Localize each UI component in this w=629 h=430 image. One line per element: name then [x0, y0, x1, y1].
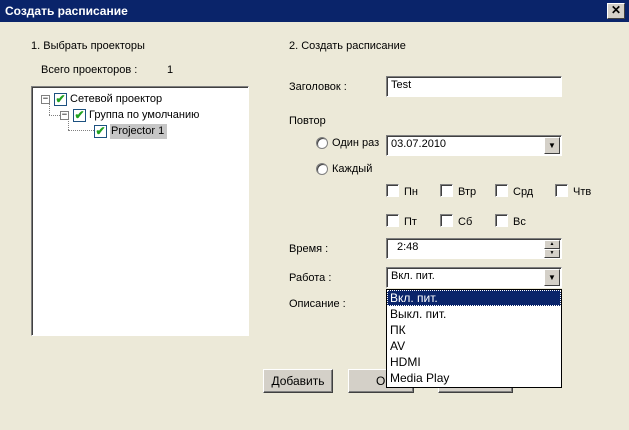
- work-select-value: Вкл. пит.: [391, 270, 435, 282]
- day-label-mon: Пн: [404, 186, 418, 198]
- projector-tree[interactable]: − ✔ Сетевой проектор − ✔ Группа по умолч…: [31, 86, 249, 336]
- day-label-thu: Чтв: [573, 186, 592, 198]
- day-label-sun: Вс: [513, 216, 526, 228]
- work-select[interactable]: Вкл. пит. ▼: [386, 267, 562, 288]
- day-label-wed: Срд: [513, 186, 534, 198]
- collapse-icon[interactable]: −: [60, 110, 69, 120]
- day-checkbox-sun[interactable]: [495, 214, 508, 227]
- day-checkbox-wed[interactable]: [495, 184, 508, 197]
- dropdown-option-hdmi[interactable]: HDMI: [387, 354, 561, 370]
- day-checkbox-thu[interactable]: [555, 184, 568, 197]
- checkmark-icon: ✔: [74, 107, 85, 122]
- once-date-picker[interactable]: 03.07.2010 ▼: [386, 135, 562, 156]
- day-checkbox-mon[interactable]: [386, 184, 399, 197]
- title-bar: Создать расписание ✕: [0, 0, 629, 22]
- select-projectors-heading: 1. Выбрать проекторы: [31, 40, 145, 52]
- tree-node-projector-1[interactable]: ✔ Projector 1: [94, 123, 168, 139]
- day-label-sat: Сб: [458, 216, 473, 228]
- dropdown-option-pc[interactable]: ПК: [387, 322, 561, 338]
- tree-checkbox-group[interactable]: ✔: [73, 107, 86, 122]
- tree-checkbox-projector[interactable]: ✔: [94, 123, 107, 138]
- every-radio[interactable]: [316, 163, 328, 175]
- tree-node-default-group[interactable]: − ✔ Группа по умолчанию: [60, 107, 199, 123]
- repeat-label: Повтор: [289, 115, 326, 127]
- collapse-icon[interactable]: −: [41, 94, 50, 104]
- tree-checkbox-network[interactable]: ✔: [54, 91, 67, 106]
- dropdown-option-power-on[interactable]: Вкл. пит.: [387, 290, 561, 306]
- close-button[interactable]: ✕: [607, 3, 625, 19]
- chevron-down-icon[interactable]: ▼: [544, 137, 560, 154]
- work-label: Работа :: [289, 272, 332, 284]
- dropdown-option-media-play[interactable]: Media Play: [387, 370, 561, 386]
- add-button[interactable]: Добавить: [263, 369, 333, 393]
- tree-node-label: Группа по умолчанию: [89, 109, 200, 121]
- chevron-down-icon[interactable]: ▼: [544, 269, 560, 286]
- day-label-tue: Втр: [458, 186, 477, 198]
- time-spinner[interactable]: 2:48 ▲ ▼: [386, 238, 562, 259]
- window-title: Создать расписание: [5, 4, 128, 18]
- checkmark-icon: ✔: [95, 123, 106, 138]
- once-label: Один раз: [332, 137, 380, 149]
- work-dropdown-list[interactable]: Вкл. пит. Выкл. пит. ПК AV HDMI Media Pl…: [386, 289, 562, 388]
- dropdown-option-av[interactable]: AV: [387, 338, 561, 354]
- day-checkbox-fri[interactable]: [386, 214, 399, 227]
- day-checkbox-sat[interactable]: [440, 214, 453, 227]
- total-projectors-value: 1: [167, 64, 174, 76]
- time-label: Время :: [289, 243, 329, 255]
- tree-node-network-projector[interactable]: − ✔ Сетевой проектор: [41, 91, 162, 107]
- description-label: Описание :: [289, 298, 346, 310]
- spin-down-icon[interactable]: ▼: [544, 249, 560, 258]
- spin-up-icon[interactable]: ▲: [544, 240, 560, 249]
- title-label: Заголовок :: [289, 81, 347, 93]
- close-icon: ✕: [610, 3, 622, 17]
- checkmark-icon: ✔: [55, 91, 66, 106]
- every-label: Каждый: [332, 163, 373, 175]
- once-date-value: 03.07.2010: [391, 138, 447, 150]
- day-label-fri: Пт: [404, 216, 417, 228]
- dropdown-option-power-off[interactable]: Выкл. пит.: [387, 306, 561, 322]
- title-input[interactable]: Test: [386, 76, 562, 97]
- day-checkbox-tue[interactable]: [440, 184, 453, 197]
- total-projectors-label: Всего проекторов :: [41, 64, 138, 76]
- create-schedule-heading: 2. Создать расписание: [289, 40, 406, 52]
- time-value: 2:48: [397, 241, 419, 253]
- tree-node-label: Сетевой проектор: [70, 93, 163, 105]
- tree-node-label: Projector 1: [110, 123, 168, 139]
- once-radio[interactable]: [316, 137, 328, 149]
